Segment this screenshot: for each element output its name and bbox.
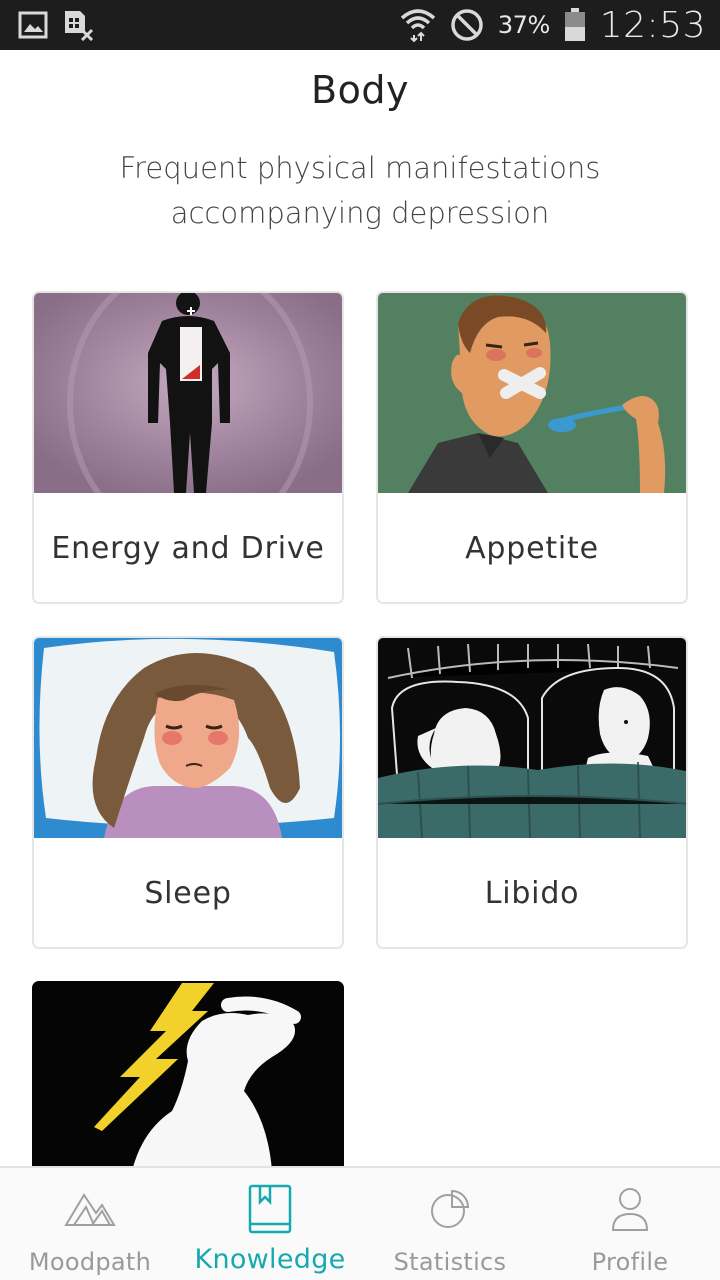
card-label: Appetite [465, 531, 599, 566]
card-label: Sleep [144, 876, 232, 911]
book-icon [248, 1184, 292, 1234]
pie-chart-icon [430, 1184, 470, 1234]
nav-item-moodpath[interactable]: Moodpath [0, 1168, 180, 1280]
card-sleep[interactable]: Sleep [32, 636, 344, 949]
card-label: Libido [484, 876, 580, 911]
status-bar: 37% 12:53 [0, 0, 720, 50]
card-appetite[interactable]: Appetite [376, 291, 688, 604]
nav-label: Profile [591, 1248, 669, 1276]
person-icon [610, 1184, 650, 1234]
mountains-icon [64, 1184, 116, 1234]
wifi-icon [400, 8, 436, 42]
sim-off-icon [62, 9, 94, 41]
nav-item-profile[interactable]: Profile [540, 1168, 720, 1280]
card-headache[interactable] [32, 981, 344, 1171]
card-energy-and-drive[interactable]: Energy and Drive [32, 291, 344, 604]
battery-percent: 37% [497, 11, 550, 39]
tired-woman-pillow-illustration [34, 638, 342, 838]
gallery-icon [18, 10, 48, 40]
card-libido[interactable]: Libido [376, 636, 688, 949]
nav-label: Knowledge [194, 1244, 346, 1275]
taped-mouth-spoon-illustration [378, 293, 686, 493]
couple-in-bed-illustration [378, 638, 686, 838]
nav-item-statistics[interactable]: Statistics [360, 1168, 540, 1280]
battery-icon [564, 8, 586, 42]
nav-item-knowledge[interactable]: Knowledge [180, 1168, 360, 1280]
nav-label: Statistics [393, 1248, 507, 1276]
page-title: Body [311, 68, 409, 112]
do-not-disturb-icon [450, 8, 484, 42]
headache-lightning-illustration [32, 981, 344, 1171]
clock: 12:53 [599, 4, 706, 46]
battery-person-illustration [34, 293, 342, 493]
page-subtitle: Frequent physical manifestations accompa… [119, 151, 601, 230]
nav-label: Moodpath [28, 1248, 152, 1276]
card-label: Energy and Drive [51, 531, 325, 566]
bottom-navigation: Moodpath Knowledge Statistics Profile [0, 1166, 720, 1280]
